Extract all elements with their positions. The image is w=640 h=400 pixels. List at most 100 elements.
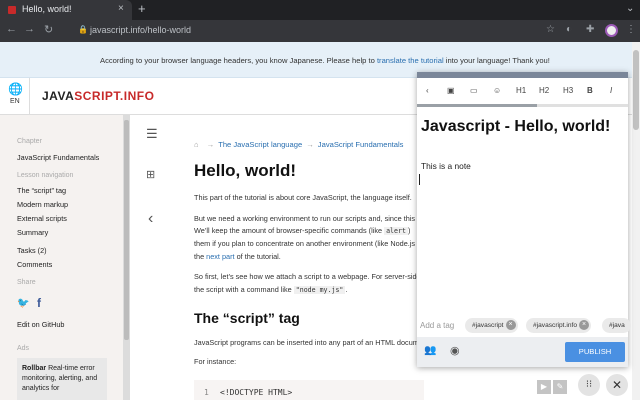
inline-code: "node my.js" (293, 286, 346, 294)
back-icon[interactable]: ‹ (426, 86, 429, 95)
text: ) (407, 226, 411, 235)
note-title[interactable]: Javascript - Hello, world! (421, 118, 610, 136)
sticker-icon[interactable]: ☺ (493, 86, 501, 95)
paragraph-line: We’ll keep the amount of browser-specifi… (194, 226, 424, 235)
logo-part-2: SCRIPT.INFO (74, 89, 155, 103)
language-switcher[interactable]: 🌐 EN (0, 78, 30, 114)
add-tag-input[interactable]: Add a tag (420, 321, 454, 330)
note-progress-fill (417, 104, 537, 107)
reload-icon[interactable]: ↻ (44, 23, 53, 36)
inline-code: alert (384, 227, 408, 235)
tag-chip[interactable]: #java (602, 318, 631, 333)
eye-icon[interactable]: ◉ (450, 344, 460, 357)
page-scrollbar-thumb[interactable] (633, 50, 639, 130)
lesson-nav-heading: Lesson navigation (17, 172, 74, 179)
home-icon[interactable]: ⌂ (194, 140, 199, 149)
puzzle-icon[interactable]: ✚ (586, 24, 594, 35)
chevron-left-icon[interactable]: ‹ (148, 210, 153, 228)
run-code-icon[interactable]: ▶ (537, 380, 551, 394)
tag-label: #javascript.info (533, 322, 577, 329)
address-bar[interactable]: javascript.info/hello-world (90, 25, 191, 35)
tab-close-icon[interactable]: × (118, 3, 124, 14)
lock-icon[interactable]: 🔒 (78, 25, 88, 34)
sidebar-item-tasks[interactable]: Tasks (2) (17, 246, 47, 255)
note-footer: 👥 ◉ PUBLISH (417, 337, 628, 367)
bookmark-star-icon[interactable]: ☆ (546, 24, 555, 35)
publish-button[interactable]: PUBLISH (565, 342, 625, 362)
sidebar-item-summary[interactable]: Summary (17, 228, 48, 237)
close-icon[interactable]: ✕ (606, 374, 628, 396)
bold-button[interactable]: B (587, 86, 593, 95)
tag-chip[interactable]: #javascript.info × (526, 318, 591, 333)
screenshot-icon[interactable]: ▭ (470, 86, 478, 95)
translate-link[interactable]: translate the tutorial (377, 56, 444, 65)
heading1-button[interactable]: H1 (516, 86, 526, 95)
code-block: 1 <!DOCTYPE HTML> (194, 380, 424, 400)
kebab-menu-icon[interactable]: ⋮ (626, 24, 636, 35)
avatar[interactable] (605, 24, 618, 37)
banner-text-start: According to your browser language heade… (100, 56, 377, 65)
paragraph: JavaScript programs can be inserted into… (194, 338, 419, 347)
remove-tag-icon[interactable]: × (578, 320, 589, 330)
favicon-icon (8, 6, 16, 14)
sitemap-icon[interactable]: ⊞ (146, 168, 155, 181)
tag-chip[interactable]: #javascript × (465, 318, 518, 333)
code-line: <!DOCTYPE HTML> (220, 388, 293, 397)
tag-label: #java (609, 322, 625, 329)
tab-search-icon[interactable]: ⌄ (626, 3, 634, 14)
edit-code-icon[interactable]: ✎ (553, 380, 567, 394)
paragraph: For instance: (194, 357, 237, 366)
breadcrumb-arrow-icon: → (306, 140, 314, 149)
new-tab-button[interactable]: + (138, 1, 146, 16)
paragraph-line: So first, let’s see how we attach a scri… (194, 272, 421, 281)
text: of the tutorial. (234, 252, 281, 261)
page-title: Hello, world! (194, 161, 296, 180)
chapter-heading: Chapter (17, 138, 42, 145)
globe-icon: 🌐 (8, 82, 23, 96)
add-image-icon[interactable]: ▣ (447, 86, 455, 95)
text-caret (419, 174, 420, 185)
people-icon[interactable]: 👥 (424, 345, 436, 356)
tag-row: Add a tag #javascript × #javascript.info ×… (417, 316, 631, 336)
forward-arrow-icon[interactable]: → (24, 23, 35, 35)
tab-title: Hello, world! (22, 4, 72, 14)
sidebar-item-script-tag[interactable]: The “script” tag (17, 186, 66, 195)
heading3-button[interactable]: H3 (563, 86, 573, 95)
ad-box[interactable]: Rollbar Real-time error monitoring, aler… (17, 358, 107, 400)
browser-tab-bar: Hello, world! × + ⌄ (0, 0, 640, 20)
browser-tab[interactable]: Hello, world! × (0, 0, 132, 20)
paragraph-line: But we need a working environment to run… (194, 214, 416, 223)
twitter-icon[interactable]: 🐦 (17, 298, 29, 309)
remove-tag-icon[interactable]: × (505, 320, 516, 330)
back-arrow-icon[interactable]: ← (6, 23, 17, 35)
text: We’ll keep the amount of browser-specifi… (194, 226, 385, 235)
sidebar-item-modern-markup[interactable]: Modern markup (17, 200, 68, 209)
note-body[interactable]: This is a note (421, 161, 471, 171)
italic-button[interactable]: I (610, 86, 612, 95)
breadcrumb-item-js-language[interactable]: The JavaScript language (218, 140, 302, 149)
paragraph-line: the next part of the tutorial. (194, 252, 424, 261)
sidebar-item-external-scripts[interactable]: External scripts (17, 214, 67, 223)
edit-on-github-link[interactable]: Edit on GitHub (17, 320, 64, 329)
next-part-link[interactable]: next part (206, 252, 234, 261)
language-code: EN (10, 98, 20, 105)
section-heading: The “script” tag (194, 310, 300, 326)
breadcrumb: ⌂ → The JavaScript language → JavaScript Fun… (194, 140, 403, 149)
hamburger-menu-icon[interactable]: ☰ (146, 126, 158, 142)
chapter-link[interactable]: JavaScript Fundamentals (17, 153, 99, 162)
text: . (345, 285, 348, 294)
breadcrumb-item-fundamentals[interactable]: JavaScript Fundamentals (318, 140, 404, 149)
banner-text: According to your browser language heade… (100, 56, 550, 65)
breadcrumb-arrow-icon: → (206, 140, 215, 149)
logo-part-1: JAVA (42, 89, 75, 103)
grid-menu-icon[interactable]: ⁝⁝ (578, 374, 600, 396)
sidebar-scrollbar-thumb[interactable] (124, 120, 129, 340)
facebook-icon[interactable]: f (37, 296, 41, 310)
note-toolbar: ‹ ▣ ▭ ☺ H1 H2 H3 B I (417, 78, 628, 104)
sidebar-item-comments[interactable]: Comments (17, 260, 52, 269)
site-logo[interactable]: JAVASCRIPT.INFO (42, 89, 154, 103)
paragraph: This part of the tutorial is about core … (194, 193, 412, 202)
extension-icon[interactable]: ◐ (566, 24, 572, 35)
heading2-button[interactable]: H2 (539, 86, 549, 95)
ads-heading: Ads (17, 345, 30, 352)
